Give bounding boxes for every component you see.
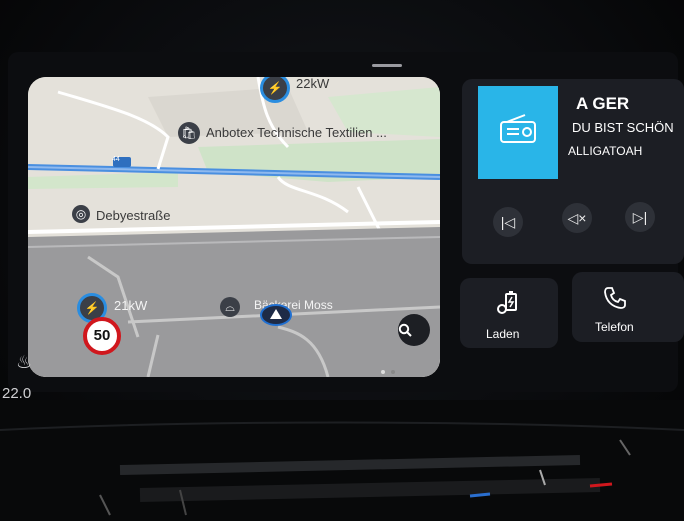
track-title: DU BIST SCHÖN [572,120,674,135]
bakery-icon[interactable]: ⌓ [220,297,240,317]
radio-icon [500,114,536,143]
skip-previous-button[interactable]: |◁ [493,207,523,237]
charging-power-bottom: 21kW [114,298,148,313]
station-name: A GER [576,94,630,113]
shop-icon[interactable]: 🛍 [178,122,200,144]
skip-next-icon: ▷| [632,209,648,225]
poi-label: Anbotex Technische Textilien ... [206,125,387,140]
mute-button[interactable]: ◁× [562,203,592,233]
radio-artwork [478,86,558,179]
road-number: 44 [112,156,120,163]
charging-power-top: 22kW [296,77,330,91]
phone-icon [602,285,628,317]
phone-label: Telefon [595,320,634,334]
seat-heating-icon[interactable]: ♨ [16,352,32,373]
search-button[interactable] [398,314,430,346]
track-artist: ALLIGATOAH [568,144,643,158]
navigation-map[interactable]: 44 ⚡ 22kW 🛍 Anbotex Technische Textilien… [28,77,440,377]
mute-icon: ◁× [567,210,587,226]
dashboard-vents [0,400,684,521]
skip-next-button[interactable]: ▷| [625,202,655,232]
search-icon [398,323,412,337]
skip-previous-icon: |◁ [500,214,516,230]
current-position-arrow-icon [260,304,292,326]
pull-down-handle[interactable] [372,64,402,67]
charging-label: Laden [486,327,520,341]
battery-settings-icon [496,290,520,322]
street-marker-icon: ◎ [72,205,90,223]
street-label: Debyestraße [96,208,171,223]
speed-limit-sign: 50 [83,317,121,355]
